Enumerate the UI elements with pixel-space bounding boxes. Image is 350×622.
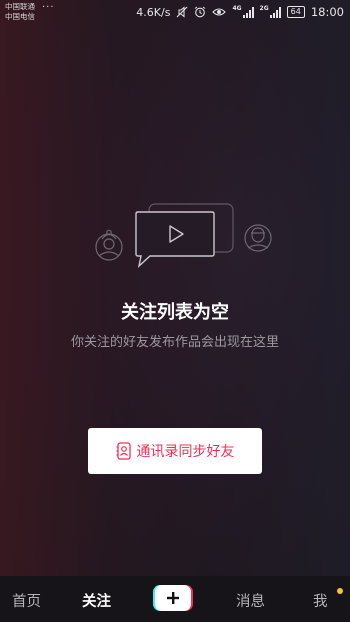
battery-indicator: 64 — [286, 6, 305, 18]
mute-icon — [176, 6, 188, 18]
plus-icon — [167, 592, 179, 604]
empty-state-illustration — [88, 198, 278, 272]
empty-state-title: 关注列表为空 — [121, 302, 229, 323]
clock: 18:00 — [310, 5, 344, 19]
nav-messages[interactable]: 消息 — [236, 590, 265, 611]
network-speed: 4.6K/s — [136, 5, 171, 19]
sync-contacts-label: 通讯录同步好友 — [136, 444, 235, 460]
status-indicators: 4.6K/s 4G 2G 64 18:00 — [136, 5, 344, 20]
carrier-info: 中国联通 中国电信 — [5, 2, 35, 22]
contacts-icon — [116, 442, 132, 460]
male-avatar-icon — [244, 224, 272, 252]
signal-4g-icon: 4G — [232, 5, 254, 18]
video-bubble-icon — [135, 211, 215, 268]
carrier-1: 中国联通 — [5, 2, 35, 11]
eye-icon — [212, 7, 227, 17]
empty-state-subtitle: 你关注的好友发布作品会出现在这里 — [70, 335, 279, 350]
create-video-button[interactable] — [153, 585, 193, 613]
sync-contacts-button[interactable]: 通讯录同步好友 — [88, 428, 262, 474]
screen: 中国联通 中国电信 ··· 4.6K/s 4G 2G 64 18:00 关注列表… — [0, 0, 350, 622]
notification-dot — [337, 588, 343, 594]
nav-me[interactable]: 我 — [313, 590, 328, 611]
status-bar: 中国联通 中国电信 ··· 4.6K/s 4G 2G 64 18:00 — [0, 0, 350, 26]
carrier-2: 中国电信 — [5, 12, 35, 21]
button-face — [155, 585, 191, 611]
female-avatar-icon — [95, 229, 123, 261]
nav-home[interactable]: 首页 — [12, 590, 41, 611]
more-notifications-icon: ··· — [42, 2, 55, 13]
alarm-icon — [194, 6, 206, 18]
signal-2g-icon: 2G — [260, 5, 281, 18]
nav-following[interactable]: 关注 — [82, 590, 111, 611]
